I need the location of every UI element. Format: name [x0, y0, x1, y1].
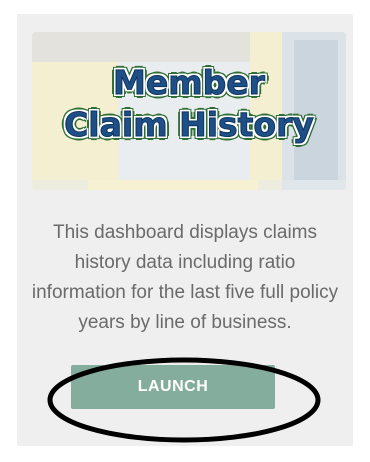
launch-button[interactable]: LAUNCH — [71, 365, 275, 409]
banner-title-line1: Member — [113, 63, 266, 103]
dashboard-banner-image: Member Claim History — [32, 32, 346, 190]
banner-block — [88, 180, 258, 190]
dashboard-description: This dashboard displays claims history d… — [31, 222, 339, 333]
banner-title: Member Claim History — [32, 62, 346, 146]
banner-title-line2: Claim History — [64, 105, 315, 145]
